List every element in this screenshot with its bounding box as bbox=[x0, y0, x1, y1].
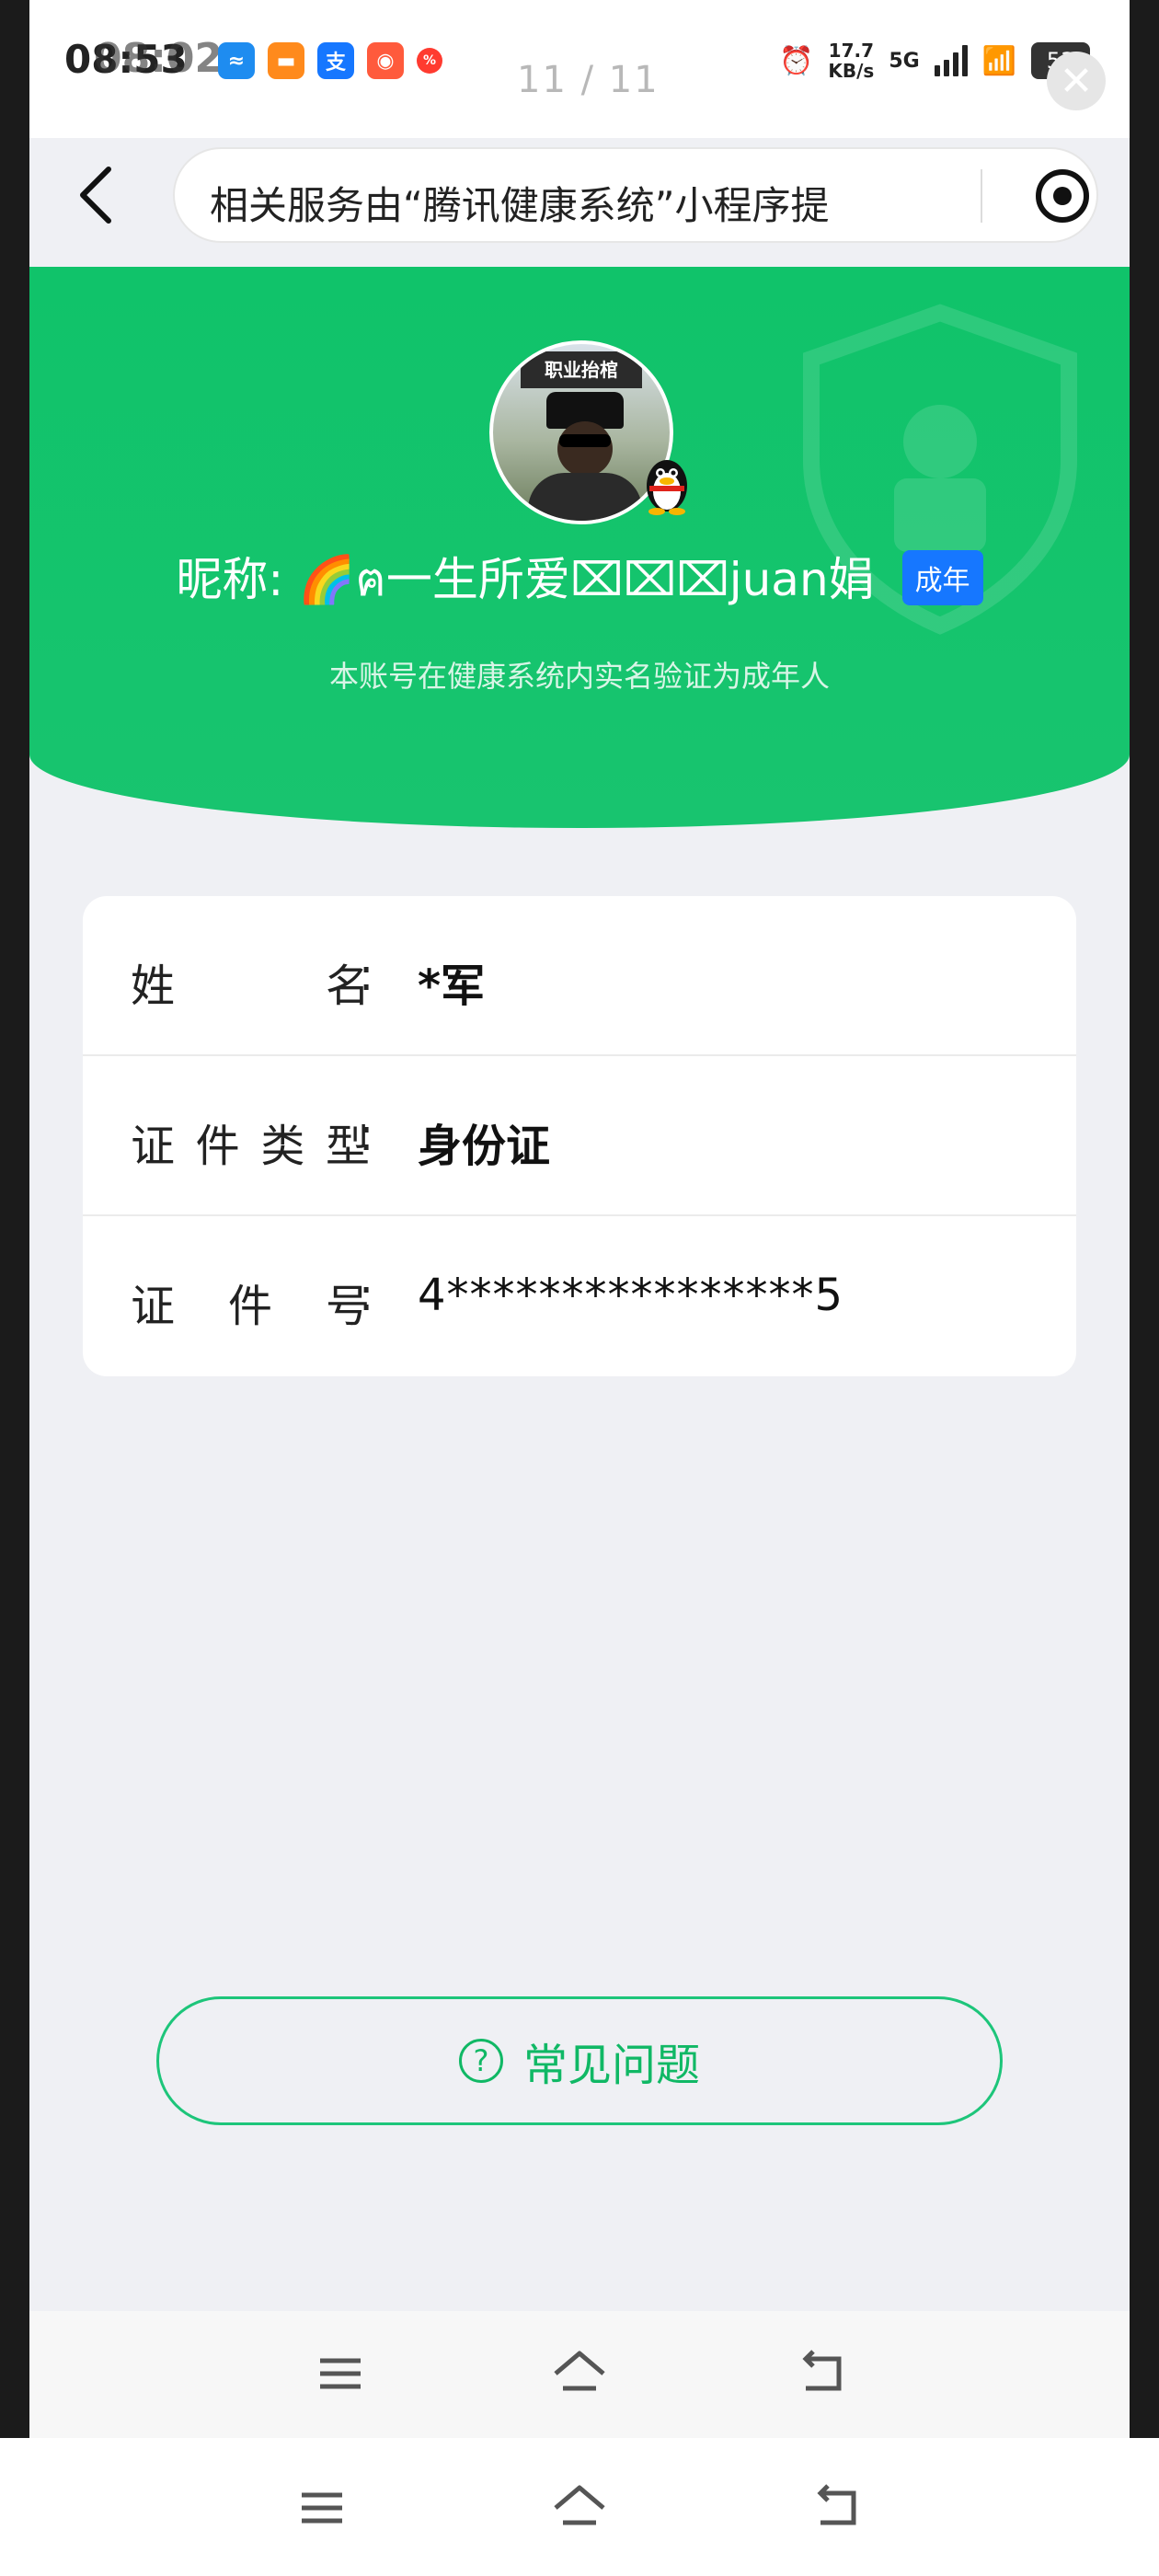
close-target-icon[interactable] bbox=[1034, 167, 1091, 224]
back-arrow-icon[interactable] bbox=[72, 166, 123, 224]
faq-button[interactable]: ? 常见问题 bbox=[156, 1996, 1003, 2125]
service-notice-bar[interactable]: 相关服务由“腾讯健康系统”小程序提 bbox=[173, 147, 1098, 243]
alipay-icon: 支 bbox=[317, 42, 354, 79]
network-type: 5G bbox=[889, 49, 920, 73]
info-colon: : bbox=[359, 1270, 374, 1321]
app-icon-orange: ▬ bbox=[268, 42, 304, 79]
screen-edge-right bbox=[1130, 0, 1159, 2438]
adult-badge: 成年 bbox=[901, 549, 983, 605]
faq-label: 常见问题 bbox=[522, 2040, 700, 2091]
qq-penguin-icon bbox=[647, 460, 687, 515]
close-icon[interactable]: ✕ bbox=[1047, 52, 1106, 110]
profile-hero: 职业抬棺 昵称: 🌈ฅ一生所爱⌧⌧⌧juan娟 成年 本账号在健康系统内实名验证… bbox=[29, 267, 1130, 828]
avatar-badge-text: 职业抬棺 bbox=[521, 351, 642, 388]
system-icons: ⏰ 17.7 KB/s 5G 📶 53 bbox=[779, 40, 1091, 82]
info-label: 姓名 bbox=[131, 960, 370, 1012]
info-colon: : bbox=[359, 1110, 374, 1161]
info-row-id-number: 证件号 : 4****************5 bbox=[83, 1214, 1076, 1374]
signal-icon bbox=[934, 45, 968, 76]
app-icon-small-red: % bbox=[417, 48, 442, 74]
identity-info-card: 姓名 : *军 证件类型 : 身份证 证件号 : 4**************… bbox=[83, 896, 1076, 1376]
info-row-name: 姓名 : *军 bbox=[83, 896, 1076, 1054]
app-icon-red: ◉ bbox=[367, 42, 404, 79]
question-icon: ? bbox=[458, 2039, 503, 2083]
verification-subtitle: 本账号在健康系统内实名验证为成年人 bbox=[328, 659, 830, 694]
pager-indicator: 11 / 11 bbox=[517, 59, 660, 101]
screen-edge-left bbox=[0, 0, 29, 2438]
back-icon[interactable] bbox=[808, 2480, 866, 2536]
net-speed: 17.7 KB/s bbox=[828, 40, 875, 82]
service-notice-text: 相关服务由“腾讯健康系统”小程序提 bbox=[210, 183, 830, 228]
info-value: *军 bbox=[418, 960, 486, 1012]
system-navigation-bar bbox=[0, 2438, 1159, 2576]
status-time-overlay: 08:02 bbox=[94, 35, 224, 82]
menu-icon[interactable] bbox=[293, 2480, 351, 2536]
status-bar: 08:53 08:02 ≈ ▬ 支 ◉ % 11 / 11 ⏰ 17.7 KB/… bbox=[29, 0, 1130, 138]
app-icon-blue: ≈ bbox=[218, 42, 255, 79]
mini-program-page: 08:53 08:02 ≈ ▬ 支 ◉ % 11 / 11 ⏰ 17.7 KB/… bbox=[29, 0, 1130, 2438]
info-row-id-type: 证件类型 : 身份证 bbox=[83, 1054, 1076, 1214]
alarm-icon: ⏰ bbox=[779, 44, 814, 77]
menu-icon[interactable] bbox=[311, 2346, 370, 2401]
home-icon[interactable] bbox=[550, 2480, 609, 2536]
notification-icons: ≈ ▬ 支 ◉ % bbox=[218, 42, 442, 79]
info-label: 证件类型 bbox=[131, 1121, 370, 1172]
info-value: 4****************5 bbox=[418, 1270, 844, 1321]
inner-navigation-bar bbox=[29, 2311, 1130, 2438]
nickname-text: 昵称: 🌈ฅ一生所爱⌧⌧⌧juan娟 bbox=[176, 553, 875, 606]
info-label: 证件号 bbox=[131, 1281, 370, 1332]
info-value: 身份证 bbox=[418, 1121, 551, 1172]
capsule-divider bbox=[981, 169, 982, 223]
back-icon[interactable] bbox=[793, 2346, 852, 2401]
home-icon[interactable] bbox=[550, 2346, 609, 2401]
info-colon: : bbox=[359, 949, 374, 1001]
wifi-icon: 📶 bbox=[981, 44, 1017, 77]
nickname: 昵称: 🌈ฅ一生所爱⌧⌧⌧juan娟 成年 bbox=[29, 543, 1130, 616]
